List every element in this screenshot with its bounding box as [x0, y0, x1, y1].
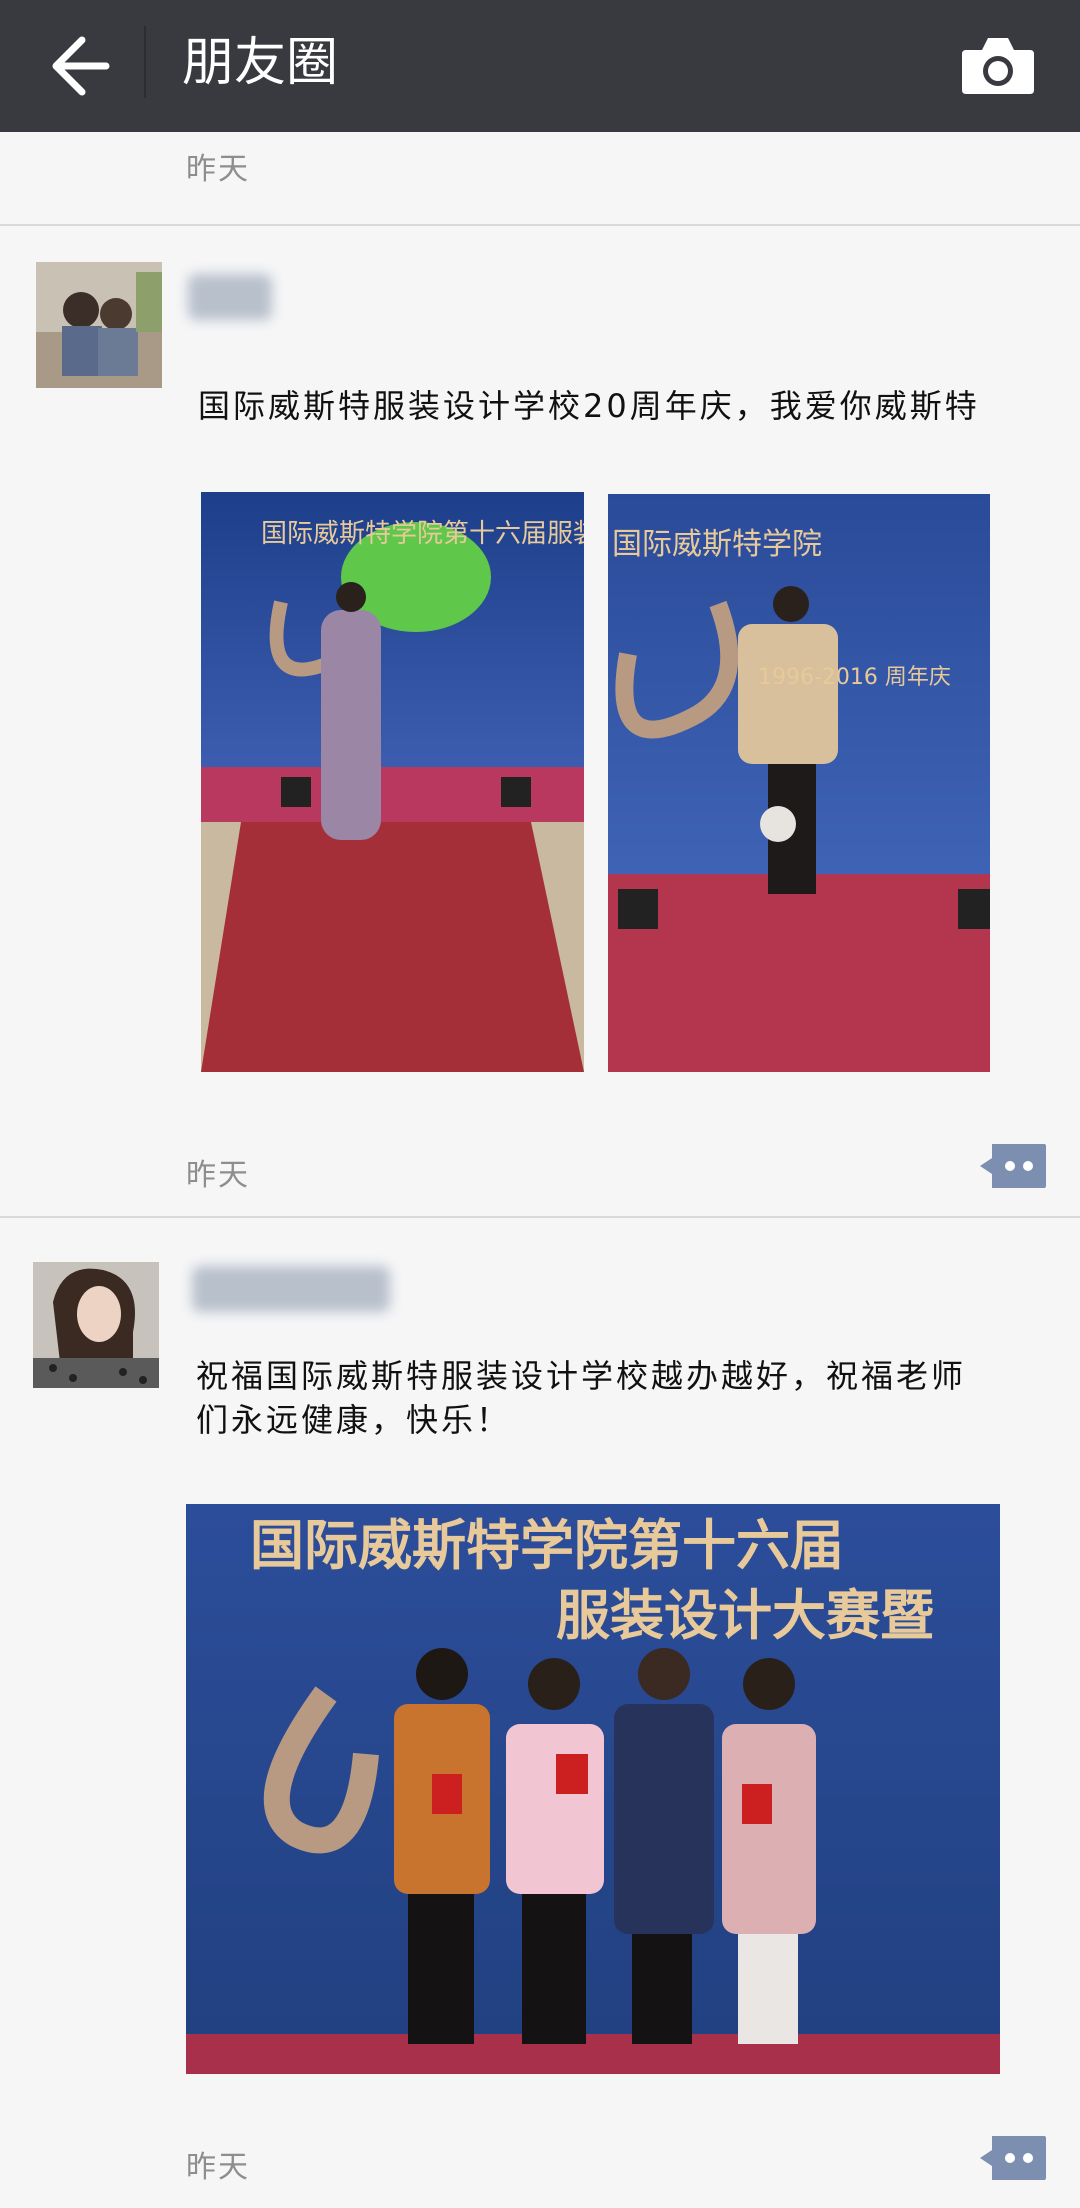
post-text-line: 祝福国际威斯特服装设计学校越办越好，祝福老师 — [196, 1357, 967, 1395]
header-divider — [144, 26, 146, 98]
avatar[interactable] — [33, 1262, 159, 1388]
post-photo[interactable]: 国际威斯特学院第十六届 服装设计大赛暨 — [186, 1504, 1000, 2074]
banner-years: 1996-2016 周年庆 — [758, 665, 951, 690]
post-text: 祝福国际威斯特服装设计学校越办越好，祝福老师 们永远健康，快乐！ — [196, 1354, 966, 1442]
banner-text: 国际威斯特学院第十六届 — [250, 1514, 844, 1577]
post-divider — [0, 1216, 1080, 1218]
post-divider — [0, 224, 1080, 226]
post-photo[interactable]: 国际威斯特学院第十六届服装设计大赛暨 — [201, 492, 584, 1072]
back-arrow-icon[interactable] — [34, 24, 118, 108]
comment-icon[interactable] — [978, 1140, 1048, 1192]
page-title: 朋友圈 — [182, 33, 339, 93]
post-photo[interactable]: 国际威斯特学院 1996-2016 周年庆 — [608, 494, 990, 1072]
svg-text:国际威斯特学院: 国际威斯特学院 — [612, 527, 822, 562]
post-timestamp: 昨天 — [186, 1158, 250, 1193]
post-timestamp: 昨天 — [186, 152, 250, 187]
post-text: 国际威斯特服装设计学校20周年庆，我爱你威斯特 — [198, 387, 980, 425]
avatar[interactable] — [36, 262, 162, 388]
post-text-line: 们永远健康，快乐！ — [196, 1401, 512, 1439]
banner-text: 服装设计大赛暨 — [556, 1584, 934, 1647]
nickname-blurred[interactable] — [188, 274, 272, 320]
post-timestamp: 昨天 — [186, 2150, 250, 2185]
top-bar: 朋友圈 — [0, 0, 1080, 132]
comment-icon[interactable] — [978, 2132, 1048, 2184]
camera-icon[interactable] — [956, 28, 1040, 104]
banner-text: 国际威斯特学院第十六届服装设计大赛暨 — [261, 519, 584, 549]
nickname-blurred[interactable] — [192, 1266, 390, 1312]
